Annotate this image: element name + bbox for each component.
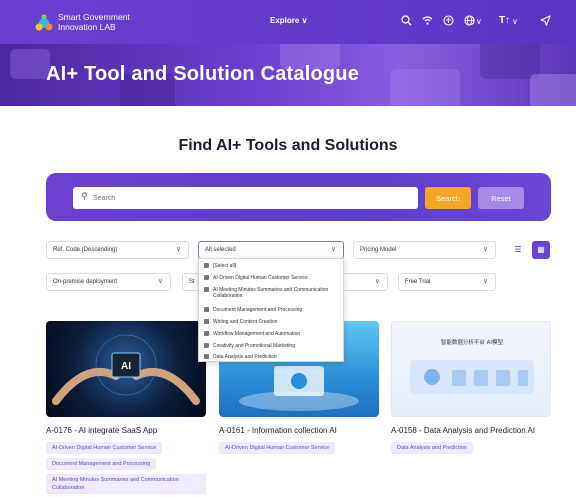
search-icon[interactable] xyxy=(401,15,412,26)
card-title[interactable]: A-0176 - AI integrate SaaS App xyxy=(46,426,157,435)
accessibility-icon[interactable] xyxy=(443,15,454,26)
chevron-down-icon: ∨ xyxy=(175,246,181,253)
category-tag: AI Meeting Minutes Summaries and Communi… xyxy=(46,474,206,494)
catalogue-banner: AI+ Tool and Solution Catalogue xyxy=(0,44,576,106)
checkbox-checked-icon[interactable] xyxy=(204,263,209,268)
puzzle-piece-decoration xyxy=(530,74,576,106)
checkbox-checked-icon[interactable] xyxy=(204,287,209,292)
page-title: AI+ Tool and Solution Catalogue xyxy=(46,63,360,85)
text-size-icon[interactable]: T↑ xyxy=(499,12,510,30)
free-trial-select-value: Free Trial xyxy=(405,279,431,285)
pricing-model-value: Pricing Model xyxy=(360,247,397,253)
category-select-value: All selected xyxy=(205,247,236,253)
sort-select-value: Ref. Code (Descending) xyxy=(53,247,118,253)
chevron-down-icon: ∨ xyxy=(482,246,488,253)
top-navigation-bar: Smart Government Innovation LAB Explore … xyxy=(0,0,576,44)
logo-line-2: Innovation LAB xyxy=(58,22,116,32)
dropdown-option[interactable]: AI-Driven Digital Human Customer Service xyxy=(204,275,333,281)
dropdown-option[interactable]: Writing and Content Creation xyxy=(204,319,333,325)
chevron-down-icon: ∨ xyxy=(330,246,336,253)
list-view-icon[interactable]: ☰ xyxy=(509,241,527,259)
checkbox-checked-icon[interactable] xyxy=(204,331,209,336)
dropdown-option[interactable]: Workflow Management and Automation xyxy=(204,331,333,337)
checkbox-checked-icon[interactable] xyxy=(204,319,209,324)
card-image[interactable]: AI xyxy=(46,321,206,417)
illustration-caption: 智能数据分析平台 AI模型 xyxy=(441,338,504,346)
puzzle-piece-decoration xyxy=(10,49,50,79)
chevron-down-icon: ∨ xyxy=(374,278,380,285)
search-field-icon: ⚲ xyxy=(81,191,88,201)
status-select-value: St xyxy=(189,279,195,285)
chevron-down-icon: ∨ xyxy=(157,278,163,285)
dropdown-option[interactable]: Data Analysis and Prediction xyxy=(204,354,333,360)
pricing-model-select[interactable]: Pricing Model ∨ xyxy=(353,241,496,259)
dropdown-option[interactable]: Document Management and Processing xyxy=(204,307,333,313)
category-tag: Data Analysis and Prediction xyxy=(391,442,474,454)
dropdown-option-select-all[interactable]: [Select all] xyxy=(204,263,333,269)
text-size-chevron-icon[interactable]: ∨ xyxy=(512,13,518,31)
free-trial-select[interactable]: Free Trial ∨ xyxy=(398,273,496,291)
puzzle-piece-decoration xyxy=(480,44,540,79)
lab-logo-text[interactable]: Smart Government Innovation LAB xyxy=(58,12,130,32)
send-icon[interactable] xyxy=(540,15,551,26)
checkbox-checked-icon[interactable] xyxy=(204,343,209,348)
globe-icon[interactable] xyxy=(464,15,475,26)
ai-chip-illustration: AI xyxy=(52,334,200,405)
category-dropdown-menu: [Select all] AI-Driven Digital Human Cus… xyxy=(198,258,344,362)
data-analysis-illustration: 智能数据分析平台 AI模型 xyxy=(410,338,534,394)
logo-line-1: Smart Government xyxy=(58,12,130,22)
category-tag: Document Management and Processing xyxy=(46,458,157,470)
card-title[interactable]: A-0158 - Data Analysis and Prediction AI xyxy=(391,426,535,435)
deployment-select[interactable]: On-premise deployment ∨ xyxy=(46,273,171,291)
checkbox-checked-icon[interactable] xyxy=(204,307,209,312)
language-chevron-icon[interactable]: ∨ xyxy=(476,13,482,31)
category-tag: AI-Driven Digital Human Customer Service xyxy=(219,442,336,454)
chevron-down-icon: ∨ xyxy=(482,278,488,285)
wifi-icon[interactable] xyxy=(422,15,433,26)
search-field[interactable]: ⚲ xyxy=(73,187,418,209)
sort-select[interactable]: Ref. Code (Descending) ∨ xyxy=(46,241,189,259)
card-title[interactable]: A-0161 - Information collection AI xyxy=(219,426,337,435)
card-image[interactable]: 智能数据分析平台 AI模型 xyxy=(391,321,551,417)
checkbox-checked-icon[interactable] xyxy=(204,275,209,280)
puzzle-piece-decoration xyxy=(390,69,460,106)
checkbox-checked-icon[interactable] xyxy=(204,354,209,359)
grid-view-icon[interactable]: ▦ xyxy=(532,241,550,259)
section-heading: Find AI+ Tools and Solutions xyxy=(178,137,398,154)
chip-label: AI xyxy=(121,361,131,372)
category-tag: AI-Driven Digital Human Customer Service xyxy=(46,442,163,454)
dropdown-option[interactable]: Creativity and Promotional Marketing xyxy=(204,343,333,349)
dropdown-option[interactable]: AI Meeting Minutes Summaries and Communi… xyxy=(204,287,333,299)
reset-button[interactable]: Reset xyxy=(478,187,524,209)
lab-logo-icon[interactable] xyxy=(34,13,54,33)
search-input[interactable] xyxy=(93,190,393,206)
search-button[interactable]: Search xyxy=(425,187,471,209)
explore-menu[interactable]: Explore ∨ xyxy=(270,16,307,25)
category-select[interactable]: All selected ∨ xyxy=(198,241,344,259)
deployment-select-value: On-premise deployment xyxy=(53,279,118,285)
